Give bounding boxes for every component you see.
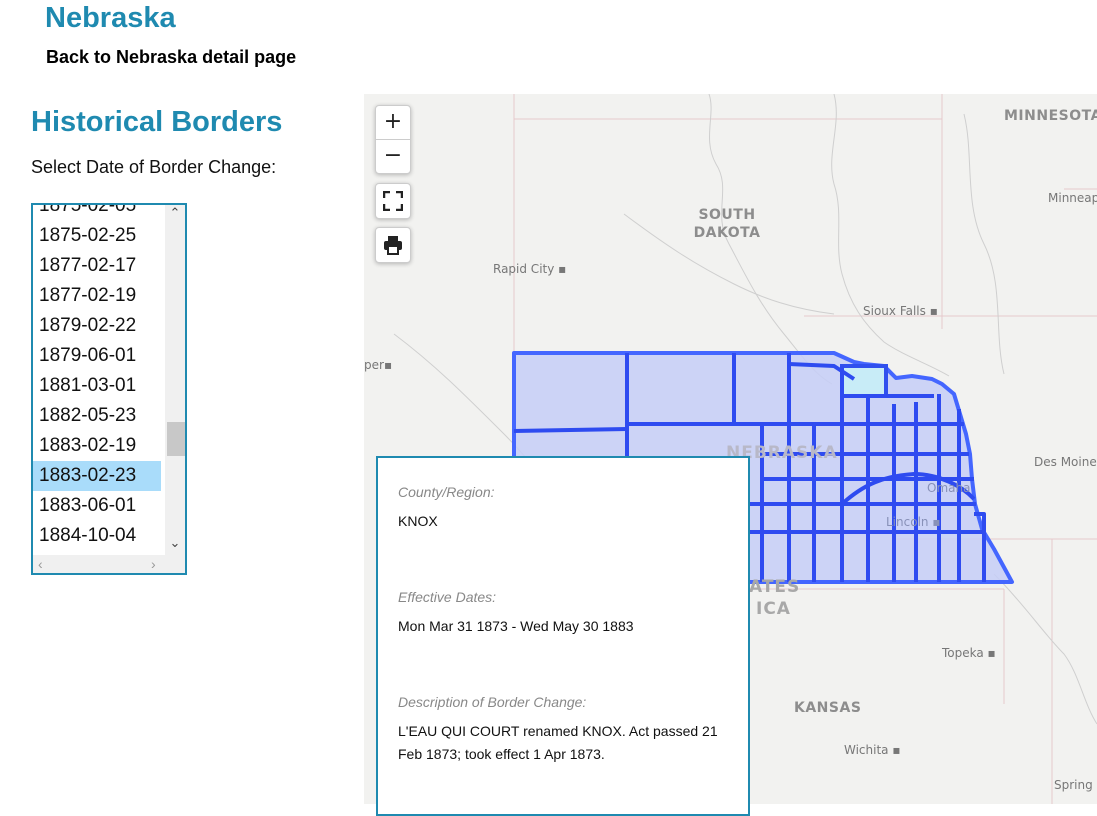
label-sioux-falls: Sioux Falls ▪: [863, 304, 938, 318]
vertical-scrollbar[interactable]: ⌃ ⌄: [165, 205, 185, 557]
date-option[interactable]: 1882-05-23: [33, 401, 161, 431]
date-option-selected[interactable]: 1883-02-23: [33, 461, 161, 491]
date-listbox[interactable]: 1875-02-05 1875-02-25 1877-02-17 1877-02…: [31, 203, 187, 575]
label-kansas: KANSAS: [794, 700, 862, 716]
county-info-popup: County/Region: KNOX Effective Dates: Mon…: [376, 456, 750, 816]
label-topeka: Topeka ▪: [942, 646, 996, 660]
description-label: Description of Border Change:: [398, 694, 587, 710]
county-label: County/Region:: [398, 484, 495, 500]
print-button[interactable]: [375, 227, 411, 263]
label-united-states-line2: ICA: [756, 599, 791, 619]
effective-dates-label: Effective Dates:: [398, 589, 497, 605]
label-lincoln: Lincoln ▪: [886, 515, 941, 529]
date-list: 1875-02-05 1875-02-25 1877-02-17 1877-02…: [33, 205, 167, 551]
date-option[interactable]: 1879-02-22: [33, 311, 161, 341]
date-option[interactable]: 1884-10-04: [33, 521, 161, 551]
date-option[interactable]: 1883-06-01: [33, 491, 161, 521]
historical-borders-title: Historical Borders: [31, 106, 283, 138]
printer-icon: [384, 236, 402, 255]
date-option[interactable]: 1883-02-19: [33, 431, 161, 461]
fullscreen-icon: [383, 191, 403, 211]
label-minnesota: MINNESOTA: [1004, 108, 1097, 124]
date-option[interactable]: 1875-02-25: [33, 221, 161, 251]
fullscreen-button[interactable]: [375, 183, 411, 219]
date-option[interactable]: 1877-02-17: [33, 251, 161, 281]
zoom-out-button[interactable]: −: [376, 139, 410, 173]
label-springfield: Spring: [1054, 778, 1093, 792]
date-option[interactable]: 1879-06-01: [33, 341, 161, 371]
zoom-controls: + −: [375, 105, 411, 174]
label-casper: per▪: [364, 358, 393, 372]
horizontal-scrollbar[interactable]: ‹ ›: [33, 555, 185, 573]
label-wichita: Wichita ▪: [844, 743, 901, 757]
state-title: Nebraska: [45, 2, 176, 34]
scroll-down-icon[interactable]: ⌄: [165, 535, 185, 551]
description-value: L'EAU QUI COURT renamed KNOX. Act passed…: [398, 723, 718, 762]
label-united-states-line1: ATES: [749, 577, 801, 597]
scroll-left-icon[interactable]: ‹: [38, 555, 43, 573]
scroll-up-icon[interactable]: ⌃: [165, 205, 185, 221]
zoom-in-button[interactable]: +: [376, 106, 410, 139]
scroll-right-icon[interactable]: ›: [151, 555, 156, 573]
label-omaha: Omaha: [927, 481, 971, 495]
label-minneapolis: Minneap: [1048, 191, 1097, 205]
back-to-detail-link[interactable]: Back to Nebraska detail page: [46, 47, 296, 68]
label-south-dakota-line1: SOUTH: [698, 207, 756, 223]
scroll-thumb[interactable]: [167, 422, 185, 456]
label-rapid-city: Rapid City ▪: [493, 262, 567, 276]
date-option[interactable]: 1881-03-01: [33, 371, 161, 401]
label-des-moines: Des Moine: [1034, 455, 1097, 469]
county-value: KNOX: [398, 513, 438, 529]
effective-dates-value: Mon Mar 31 1873 - Wed May 30 1883: [398, 618, 634, 634]
knox-county-highlight[interactable]: [840, 364, 888, 398]
date-option[interactable]: 1875-02-05: [33, 205, 161, 221]
label-south-dakota-line2: DAKOTA: [693, 225, 761, 241]
date-option[interactable]: 1877-02-19: [33, 281, 161, 311]
select-date-label: Select Date of Border Change:: [31, 157, 277, 177]
